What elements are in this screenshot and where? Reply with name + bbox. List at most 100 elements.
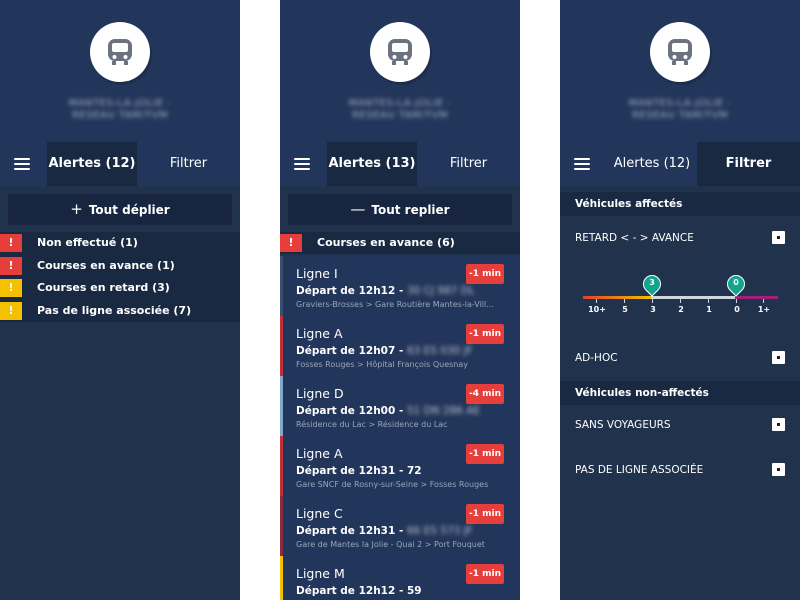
departure-time: Départ de 12h31 - — [296, 465, 404, 477]
delay-badge: -1 min — [466, 444, 504, 464]
filter-label: PAS DE LIGNE ASSOCIÉE — [575, 464, 704, 476]
hamburger-icon[interactable] — [574, 158, 590, 170]
course-card[interactable]: Ligne M -1 min Départ de 12h12 - 59 — [280, 556, 520, 600]
network-header: MANTES-LA-JOLIE - RESEAU TAM/TVM — [280, 0, 520, 142]
filter-panel: MANTES-LA-JOLIE - RESEAU TAM/TVM Alertes… — [560, 0, 800, 600]
network-name-line2: RESEAU TAM/TVM — [71, 110, 169, 121]
course-card[interactable]: Ligne A -1 min Départ de 12h31 - 72 Gare… — [280, 436, 520, 496]
tab-alerts[interactable]: Alertes (13) — [327, 142, 417, 186]
slider-tick — [736, 299, 737, 303]
course-route: Gare de Mantes la Jolie - Quai 2 > Port … — [296, 540, 485, 549]
expand-all-button[interactable]: + Tout déplier — [8, 194, 232, 225]
course-line: Ligne A — [296, 326, 343, 341]
course-line: Ligne C — [296, 506, 343, 521]
course-card[interactable]: Ligne A -1 min Départ de 12h07 - 63 ES 0… — [280, 316, 520, 376]
tab-alerts[interactable]: Alertes (12) — [607, 142, 697, 186]
alert-icon: ! — [0, 301, 22, 320]
network-name-line1: MANTES-LA-JOLIE - — [628, 98, 732, 109]
alert-icon: ! — [0, 234, 22, 252]
alert-row-pas-de-ligne[interactable]: ! Pas de ligne associée (7) — [0, 299, 240, 322]
slider-handle-low-label: 3 — [649, 278, 655, 287]
filter-pas-de-ligne[interactable]: PAS DE LIGNE ASSOCIÉE — [575, 461, 785, 481]
collapse-all-button[interactable]: — Tout replier — [288, 194, 512, 225]
filter-checkbox[interactable] — [772, 463, 785, 476]
departure-time: Départ de 12h31 - — [296, 525, 404, 537]
tab-bar: Alertes (12) Filtrer — [560, 142, 800, 186]
alert-label: Courses en retard (3) — [37, 281, 170, 294]
course-departure: Départ de 12h12 - 59 — [296, 585, 422, 597]
tab-filter[interactable]: Filtrer — [697, 142, 800, 186]
network-name-line2: RESEAU TAM/TVM — [351, 110, 449, 121]
tab-bar: Alertes (12) Filtrer — [0, 142, 240, 186]
course-route: Graviers-Brosses > Gare Routière Mantes-… — [296, 300, 494, 309]
course-card[interactable]: Ligne C -1 min Départ de 12h31 - 66 ES 5… — [280, 496, 520, 556]
bus-avatar — [90, 22, 150, 82]
slider-tick — [652, 299, 653, 303]
filter-checkbox[interactable] — [772, 231, 785, 244]
filter-retard-avance[interactable]: RETARD < - > AVANCE — [575, 229, 785, 249]
minus-icon: — — [350, 200, 366, 218]
slider-tick-label: 3 — [650, 305, 656, 314]
tab-filter[interactable]: Filtrer — [417, 142, 520, 186]
tab-bar: Alertes (13) Filtrer — [280, 142, 520, 186]
slider-tick-label: 10+ — [588, 305, 606, 314]
filter-adhoc[interactable]: AD-HOC — [575, 349, 785, 369]
course-departure: Départ de 12h07 - 63 ES 030 JF — [296, 345, 473, 357]
alert-icon: ! — [0, 256, 22, 275]
course-route: Résidence du Lac > Résidence du Lac — [296, 420, 448, 429]
expand-all-label: Tout déplier — [88, 203, 170, 217]
section-unaffected-vehicles: Véhicules non-affectés — [560, 381, 800, 405]
slider-tick — [624, 299, 625, 303]
vehicle-plate: 30 CJ 987 DL — [406, 285, 475, 297]
course-line: Ligne A — [296, 446, 343, 461]
filter-label: AD-HOC — [575, 352, 618, 364]
alert-row-courses-retard[interactable]: ! Courses en retard (3) — [0, 277, 240, 300]
slider-handle-high-label: 0 — [733, 278, 739, 287]
course-line: Ligne M — [296, 566, 345, 581]
slider-tick-label: 2 — [678, 305, 684, 314]
filter-checkbox[interactable] — [772, 351, 785, 364]
filter-checkbox[interactable] — [772, 418, 785, 431]
delay-badge: -1 min — [466, 504, 504, 524]
filter-label: SANS VOYAGEURS — [575, 419, 671, 431]
network-name-line2: RESEAU TAM/TVM — [631, 110, 729, 121]
alerts-panel-collapsed: MANTES-LA-JOLIE - RESEAU TAM/TVM Alertes… — [0, 0, 240, 600]
filter-sans-voyageurs[interactable]: SANS VOYAGEURS — [575, 416, 785, 436]
plus-icon: + — [70, 200, 83, 218]
departure-time: Départ de 12h07 - — [296, 345, 404, 357]
course-card[interactable]: Ligne D -4 min Départ de 12h00 - 51 DN 2… — [280, 376, 520, 436]
course-departure: Départ de 12h00 - 51 DN 286 AE — [296, 405, 480, 417]
course-departure: Départ de 12h31 - 72 — [296, 465, 422, 477]
course-route: Fosses Rouges > Hôpital François Quesnay — [296, 360, 468, 369]
network-name-line1: MANTES-LA-JOLIE - — [348, 98, 452, 109]
course-departure: Départ de 12h31 - 66 ES 573 JF — [296, 525, 473, 537]
course-route: Gare SNCF de Rosny-sur-Seine > Fosses Ro… — [296, 480, 489, 489]
section-affected-vehicles: Véhicules affectés — [560, 192, 800, 216]
tab-alerts[interactable]: Alertes (12) — [47, 142, 137, 186]
vehicle-number: 59 — [406, 585, 422, 597]
delay-badge: -4 min — [466, 384, 504, 404]
alert-row-non-effectue[interactable]: ! Non effectué (1) — [0, 232, 240, 255]
alert-row-courses-avance[interactable]: ! Courses en avance (1) — [0, 254, 240, 277]
tab-filter[interactable]: Filtrer — [137, 142, 240, 186]
delay-badge: -1 min — [466, 564, 504, 584]
alert-group-header[interactable]: ! Courses en avance (6) — [280, 232, 520, 254]
slider-tick — [596, 299, 597, 303]
alert-icon: ! — [280, 234, 302, 252]
slider-tick-label: 1 — [706, 305, 712, 314]
bus-avatar — [650, 22, 710, 82]
delay-slider[interactable]: 10+ 5 3 2 1 0 1+ 3 0 — [560, 265, 800, 325]
departure-time: Départ de 12h00 - — [296, 405, 404, 417]
alerts-panel-expanded: MANTES-LA-JOLIE - RESEAU TAM/TVM Alertes… — [280, 0, 520, 600]
bus-icon — [668, 39, 692, 65]
departure-time: Départ de 12h12 - — [296, 585, 404, 597]
slider-tick — [763, 299, 764, 303]
departure-time: Départ de 12h12 - — [296, 285, 404, 297]
alert-list: ! Non effectué (1) ! Courses en avance (… — [0, 232, 240, 322]
alert-label: Non effectué (1) — [37, 236, 138, 249]
hamburger-icon[interactable] — [14, 158, 30, 170]
filter-label: RETARD < - > AVANCE — [575, 232, 694, 244]
hamburger-icon[interactable] — [294, 158, 310, 170]
course-card[interactable]: Ligne I -1 min Départ de 12h12 - 30 CJ 9… — [280, 256, 520, 316]
vehicle-plate: 66 ES 573 JF — [406, 525, 473, 537]
